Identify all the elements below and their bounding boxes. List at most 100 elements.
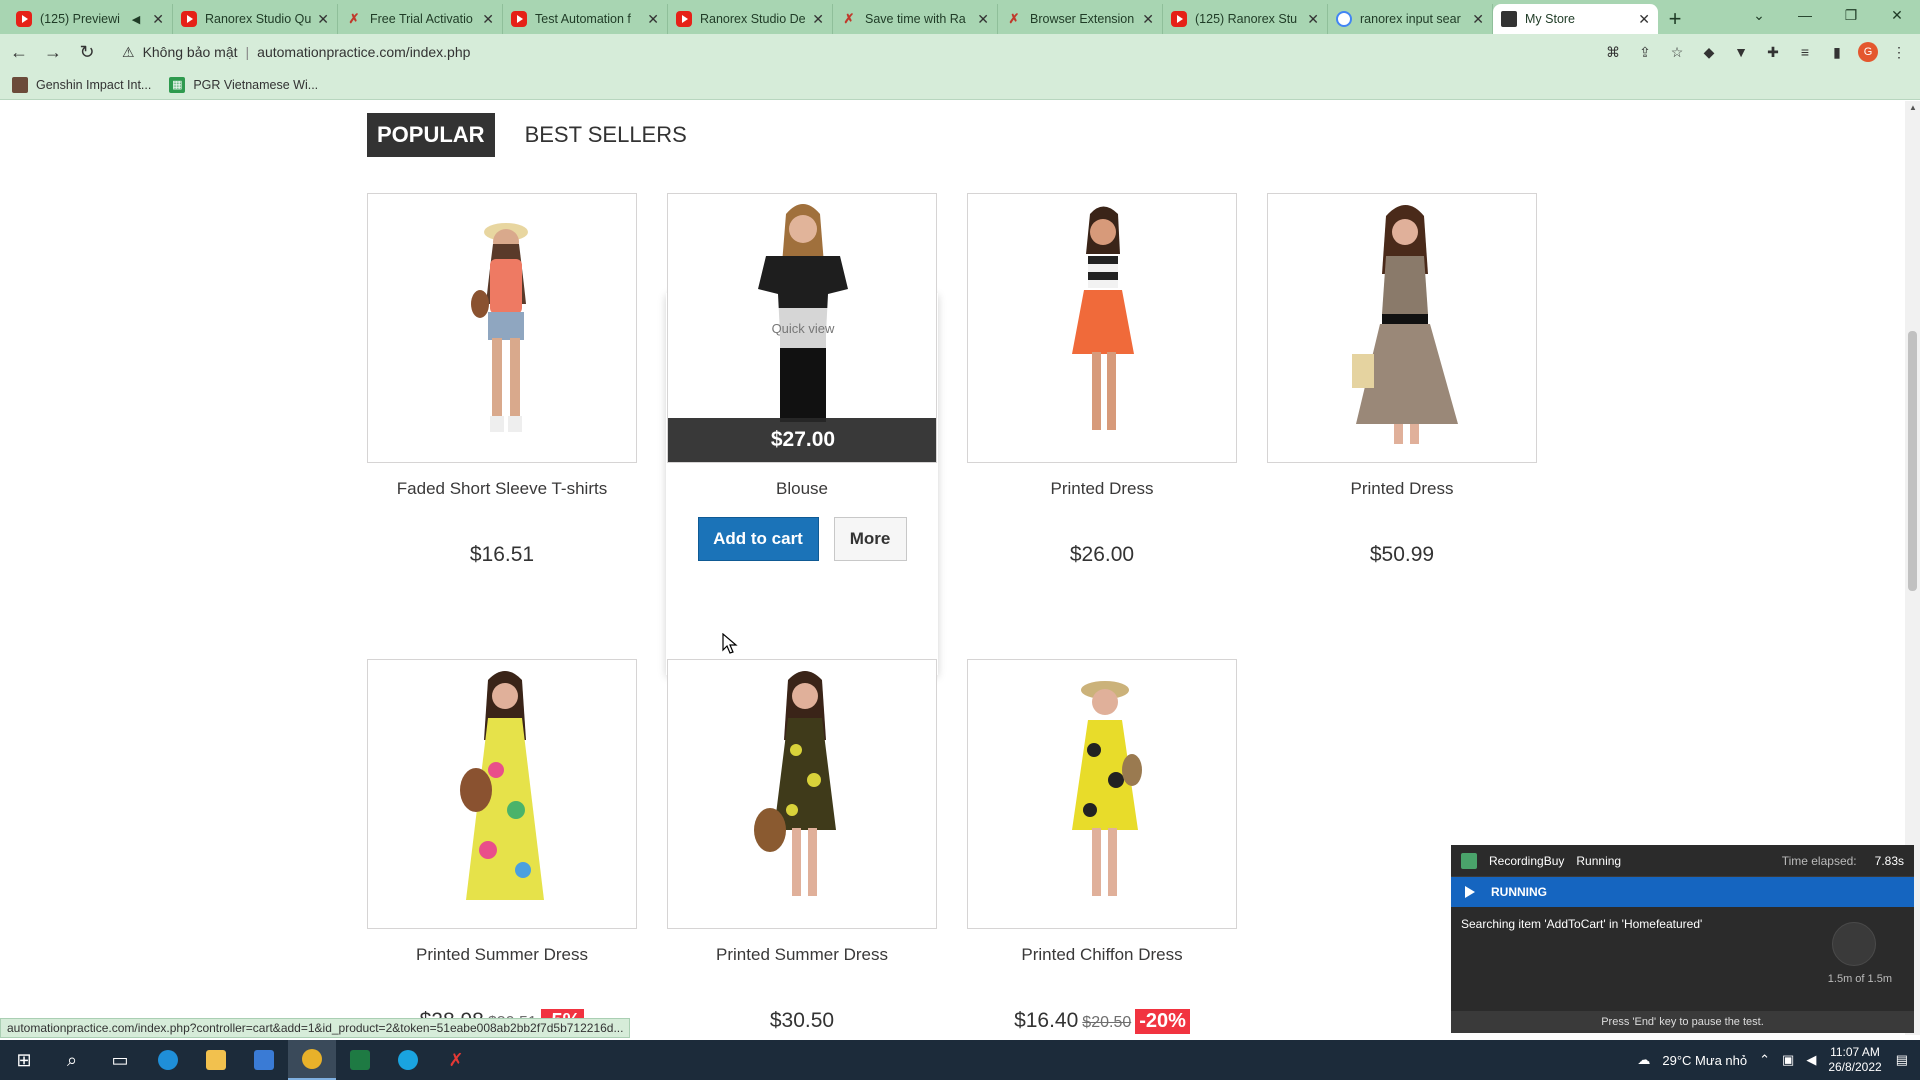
network-icon[interactable]: ▣ xyxy=(1782,1052,1794,1068)
product-name[interactable]: Printed Dress xyxy=(1267,479,1537,499)
product-card[interactable]: Printed Summer Dress $28.98 $30.51 -5% xyxy=(367,659,637,1034)
back-icon[interactable]: ← xyxy=(4,37,34,67)
browser-tab-active[interactable]: My Store ✕ xyxy=(1493,4,1658,34)
product-card[interactable]: Quick view $27.00 Blouse Add to cart Mor… xyxy=(667,193,937,561)
tab-title: Free Trial Activatio xyxy=(370,12,473,26)
browser-tab[interactable]: ✗ Browser Extension ✕ xyxy=(998,4,1163,34)
share-icon[interactable]: ⇪ xyxy=(1634,37,1656,67)
product-image[interactable] xyxy=(367,193,637,463)
store-icon[interactable] xyxy=(240,1040,288,1080)
windows-start-icon[interactable]: ⊞ xyxy=(0,1040,48,1080)
close-tab-icon[interactable]: ✕ xyxy=(1472,11,1484,28)
url-text[interactable]: automationpractice.com/index.php xyxy=(257,44,470,60)
minimize-icon[interactable]: — xyxy=(1782,0,1828,30)
add-to-cart-button[interactable]: Add to cart xyxy=(697,517,819,561)
product-name[interactable]: Printed Dress xyxy=(967,479,1237,499)
product-card[interactable]: Printed Dress $26.00 xyxy=(967,193,1237,567)
extension-v-icon[interactable]: ▼ xyxy=(1730,37,1752,67)
window-controls: ⌄ — ❐ ✕ xyxy=(1736,0,1920,30)
browser-tab[interactable]: (125) Previewi ◀ ✕ xyxy=(8,4,173,34)
bookmark-item[interactable]: Genshin Impact Int... xyxy=(12,76,151,93)
chrome-icon[interactable] xyxy=(288,1040,336,1080)
tab-search-icon[interactable]: ⌄ xyxy=(1736,0,1782,30)
youtube-icon xyxy=(676,11,692,27)
bookmark-item[interactable]: ▦ PGR Vietnamese Wi... xyxy=(169,76,318,93)
file-explorer-icon[interactable] xyxy=(192,1040,240,1080)
tab-popular[interactable]: POPULAR xyxy=(367,113,495,157)
extension-translate-icon[interactable]: ◆ xyxy=(1698,37,1720,67)
product-card[interactable]: Printed Dress $50.99 xyxy=(1267,193,1537,567)
close-tab-icon[interactable]: ✕ xyxy=(1142,11,1154,28)
close-tab-icon[interactable]: ✕ xyxy=(647,11,659,28)
restore-icon[interactable]: ❐ xyxy=(1828,0,1874,30)
weather-text[interactable]: 29°C Mưa nhỏ xyxy=(1662,1053,1747,1068)
close-tab-icon[interactable]: ✕ xyxy=(812,11,824,28)
product-image[interactable] xyxy=(967,193,1237,463)
translate-icon[interactable]: ⌘ xyxy=(1602,37,1624,67)
mouse-pointer-icon xyxy=(722,633,738,654)
security-label[interactable]: Không bảo mật xyxy=(143,44,238,60)
browser-tab[interactable]: ✗ Free Trial Activatio ✕ xyxy=(338,4,503,34)
skype-icon[interactable] xyxy=(384,1040,432,1080)
menu-kebab-icon[interactable]: ⋮ xyxy=(1888,37,1910,67)
edge-icon[interactable] xyxy=(144,1040,192,1080)
task-view-icon[interactable]: ▭ xyxy=(96,1040,144,1080)
notification-icon[interactable]: ▤ xyxy=(1896,1052,1908,1068)
media-icon[interactable]: ≡ xyxy=(1794,37,1816,67)
product-name[interactable]: Printed Chiffon Dress xyxy=(967,945,1237,965)
product-price: $30.50 xyxy=(769,1009,835,1032)
browser-tab[interactable]: ranorex input sear ✕ xyxy=(1328,4,1493,34)
product-name[interactable]: Printed Summer Dress xyxy=(367,945,637,965)
elapsed-time: 7.83s xyxy=(1874,853,1904,868)
product-image[interactable] xyxy=(367,659,637,929)
close-tab-icon[interactable]: ✕ xyxy=(317,11,329,28)
new-tab-button[interactable]: + xyxy=(1658,4,1692,34)
browser-tab[interactable]: Ranorex Studio Qu ✕ xyxy=(173,4,338,34)
close-tab-icon[interactable]: ✕ xyxy=(977,11,989,28)
clock[interactable]: 11:07 AM 26/8/2022 xyxy=(1828,1045,1881,1075)
reload-icon[interactable]: ↻ xyxy=(72,37,102,67)
browser-tab[interactable]: ✗ Save time with Ra ✕ xyxy=(833,4,998,34)
excel-icon[interactable] xyxy=(336,1040,384,1080)
profile-avatar[interactable]: G xyxy=(1858,42,1878,62)
browser-tab[interactable]: (125) Ranorex Stu ✕ xyxy=(1163,4,1328,34)
product-image[interactable] xyxy=(967,659,1237,929)
bookmark-star-icon[interactable]: ☆ xyxy=(1666,37,1688,67)
extensions-puzzle-icon[interactable]: ✚ xyxy=(1762,37,1784,67)
close-window-icon[interactable]: ✕ xyxy=(1874,0,1920,30)
search-icon[interactable]: ⌕ xyxy=(48,1040,96,1080)
product-image[interactable] xyxy=(667,659,937,929)
product-name[interactable]: Faded Short Sleeve T-shirts xyxy=(367,479,637,499)
tab-best-sellers[interactable]: BEST SELLERS xyxy=(515,113,697,157)
weather-icon[interactable]: ☁ xyxy=(1637,1052,1650,1068)
close-tab-icon[interactable]: ✕ xyxy=(482,11,494,28)
address-bar[interactable]: ⚠ Không bảo mật | automationpractice.com… xyxy=(112,37,1852,67)
volume-icon[interactable]: ◀ xyxy=(1806,1052,1816,1068)
scrollbar-thumb[interactable] xyxy=(1908,331,1917,591)
product-image[interactable]: Quick view $27.00 xyxy=(667,193,937,463)
product-card[interactable]: Printed Chiffon Dress $16.40 $20.50 -20% xyxy=(967,659,1237,1034)
product-name[interactable]: Printed Summer Dress xyxy=(667,945,937,965)
tray-chevron-icon[interactable]: ⌃ xyxy=(1759,1052,1770,1068)
browser-tab[interactable]: Test Automation f ✕ xyxy=(503,4,668,34)
ranorex-taskbar-icon[interactable]: ✗ xyxy=(432,1040,480,1080)
close-tab-icon[interactable]: ✕ xyxy=(1638,11,1650,28)
more-button[interactable]: More xyxy=(833,517,907,561)
product-price-row: $30.50 xyxy=(667,1009,937,1033)
scroll-up-icon[interactable]: ▲ xyxy=(1909,103,1917,112)
product-tabs: POPULAR BEST SELLERS xyxy=(367,113,717,157)
close-tab-icon[interactable]: ✕ xyxy=(152,11,164,28)
browser-tab[interactable]: Ranorex Studio De ✕ xyxy=(668,4,833,34)
youtube-icon xyxy=(511,11,527,27)
product-card[interactable]: Printed Summer Dress $30.50 xyxy=(667,659,937,1033)
side-panel-icon[interactable]: ▮ xyxy=(1826,37,1848,67)
forward-icon[interactable]: → xyxy=(38,37,68,67)
product-card[interactable]: Faded Short Sleeve T-shirts $16.51 xyxy=(367,193,637,567)
speaker-muted-icon[interactable]: ◀ xyxy=(132,13,140,26)
warning-icon[interactable]: ⚠ xyxy=(122,44,135,61)
quick-view-button[interactable]: Quick view xyxy=(749,308,857,348)
close-tab-icon[interactable]: ✕ xyxy=(1307,11,1319,28)
google-icon xyxy=(1336,11,1352,27)
product-image[interactable] xyxy=(1267,193,1537,463)
product-name[interactable]: Blouse xyxy=(667,479,937,499)
